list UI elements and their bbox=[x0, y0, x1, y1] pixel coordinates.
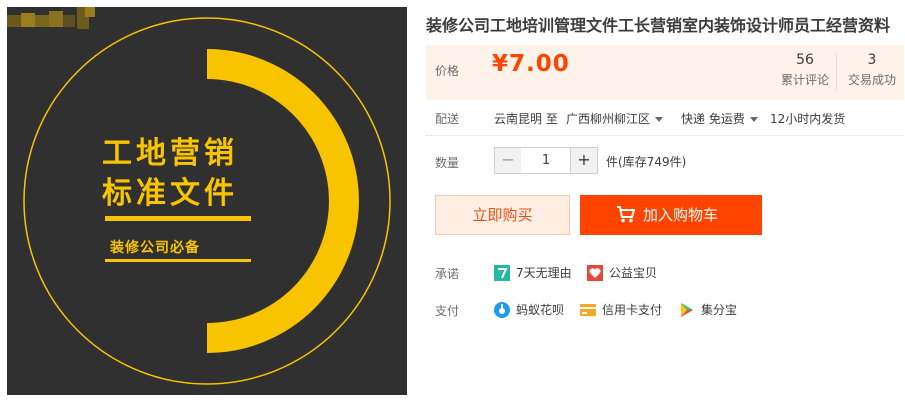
stat-divider bbox=[836, 53, 837, 91]
add-to-cart-button[interactable]: 加入购物车 bbox=[580, 195, 762, 235]
reviews-count: 56 bbox=[796, 52, 814, 68]
payment-credit-card[interactable]: 信用卡支付 bbox=[580, 301, 662, 318]
divider bbox=[426, 135, 904, 136]
sales-count: 3 bbox=[867, 52, 877, 68]
product-image-headline: 工地营销 标准文件 bbox=[102, 136, 238, 211]
price-label: 价格 bbox=[435, 64, 460, 78]
price-value: ¥7.00 bbox=[492, 51, 570, 77]
huabei-icon bbox=[494, 301, 510, 318]
promise-label: 承诺 bbox=[435, 267, 460, 281]
ship-method-select[interactable]: 快递 免运费 bbox=[681, 110, 758, 127]
reviews-label: 累计评论 bbox=[780, 73, 829, 87]
sales-stat: 3 交易成功 bbox=[840, 49, 904, 89]
quantity-input[interactable]: 1 bbox=[521, 147, 571, 174]
product-image[interactable]: 工地营销 标准文件 装修公司必备 bbox=[7, 7, 407, 395]
charity-heart-icon bbox=[587, 264, 603, 281]
seven-day-return-icon bbox=[494, 264, 510, 281]
product-image-subline: 装修公司必备 bbox=[110, 240, 200, 256]
dispatch-time: 12小时内发货 bbox=[770, 112, 846, 126]
stock-text: 件(库存749件) bbox=[606, 155, 687, 169]
quantity-decrease-button[interactable]: − bbox=[494, 147, 522, 174]
promise-charity[interactable]: 公益宝贝 bbox=[587, 264, 657, 281]
product-image-underline bbox=[105, 259, 251, 262]
quantity-label: 数量 bbox=[435, 156, 460, 170]
credit-card-icon bbox=[580, 303, 596, 316]
chevron-down-icon bbox=[749, 117, 758, 122]
payment-huabei[interactable]: 蚂蚁花呗 bbox=[494, 301, 564, 318]
reviews-stat[interactable]: 56 累计评论 bbox=[776, 49, 834, 89]
jifenbao-icon bbox=[681, 302, 693, 317]
quantity-increase-button[interactable]: + bbox=[570, 147, 598, 174]
payment-jifenbao[interactable]: 集分宝 bbox=[679, 301, 737, 318]
price-panel: 价格 ¥7.00 56 累计评论 3 交易成功 bbox=[426, 45, 904, 100]
buy-now-button[interactable]: 立即购买 bbox=[435, 195, 570, 235]
ship-to-select[interactable]: 广西柳州柳江区 bbox=[566, 110, 664, 127]
add-to-cart-label: 加入购物车 bbox=[643, 206, 719, 224]
blurred-watermark bbox=[7, 7, 95, 29]
sales-label: 交易成功 bbox=[847, 73, 896, 87]
shipping-label: 配送 bbox=[435, 112, 460, 126]
chevron-down-icon bbox=[655, 117, 664, 122]
promise-seven-day[interactable]: 7天无理由 bbox=[494, 264, 572, 281]
ship-from: 云南昆明 至 bbox=[494, 112, 558, 126]
cart-icon bbox=[617, 206, 635, 223]
payment-label: 支付 bbox=[435, 304, 460, 318]
product-title: 装修公司工地培训管理文件工长营销室内装饰设计师员工经营资料 bbox=[426, 16, 891, 35]
product-image-divider bbox=[105, 216, 251, 221]
